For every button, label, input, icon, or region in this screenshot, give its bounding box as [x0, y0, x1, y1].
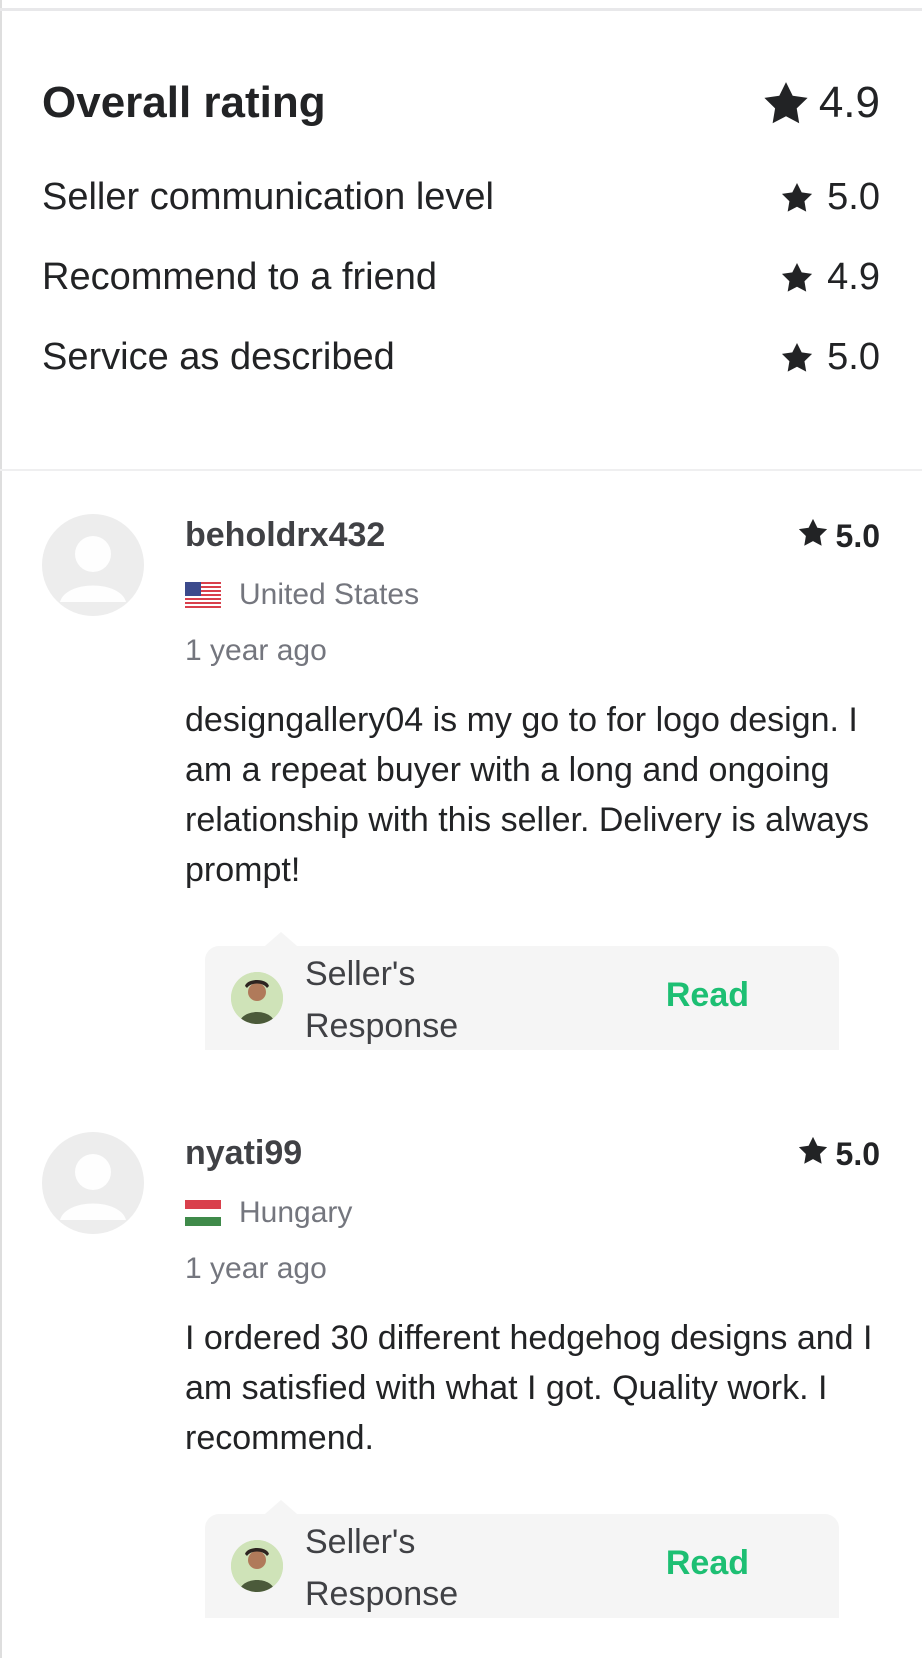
seller-response[interactable]: Seller's Response Read — [205, 1500, 839, 1618]
review-time: 1 year ago — [185, 1252, 327, 1285]
overall-rating-row: Overall rating 4.9 — [42, 78, 880, 128]
seller-avatar — [231, 972, 283, 1024]
seller-avatar — [231, 1540, 283, 1592]
overall-rating-value: 4.9 — [763, 78, 880, 128]
star-icon — [781, 262, 813, 293]
communication-label: Seller communication level — [42, 176, 494, 218]
review-username[interactable]: nyati99 — [185, 1134, 302, 1173]
star-icon — [763, 81, 809, 125]
service-rating-row: Service as described 5.0 — [42, 336, 880, 379]
review-country: Hungary — [185, 1196, 352, 1230]
service-label: Service as described — [42, 336, 395, 378]
service-value: 5.0 — [781, 336, 880, 379]
review-country: United States — [185, 578, 419, 612]
hungary-flag-icon — [185, 1200, 221, 1226]
review-rating: 5.0 — [798, 1136, 880, 1173]
recommend-label: Recommend to a friend — [42, 256, 437, 298]
read-response-link[interactable]: Read — [666, 976, 749, 1015]
default-user-icon — [60, 1154, 126, 1220]
response-notch — [265, 1500, 297, 1514]
star-icon — [798, 1136, 828, 1173]
review-text: designgallery04 is my go to for logo des… — [185, 701, 870, 889]
review-username[interactable]: beholdrx432 — [185, 516, 385, 555]
us-flag-icon — [185, 582, 221, 608]
recommend-value: 4.9 — [781, 256, 880, 299]
rating-summary: Overall rating 4.9 Seller communication … — [0, 0, 922, 470]
default-user-icon — [60, 536, 126, 602]
star-icon — [781, 342, 813, 373]
section-divider — [0, 469, 922, 471]
seller-response[interactable]: Seller's Response Read — [205, 932, 839, 1050]
review-text: I ordered 30 different hedgehog designs … — [185, 1319, 873, 1457]
recommend-rating-row: Recommend to a friend 4.9 — [42, 256, 880, 299]
user-avatar[interactable] — [42, 1132, 144, 1234]
star-icon — [781, 182, 813, 213]
response-notch — [265, 932, 297, 946]
overall-rating-label: Overall rating — [42, 78, 326, 127]
seller-response-label: Seller's Response — [305, 1523, 459, 1613]
review-time: 1 year ago — [185, 634, 327, 667]
communication-value: 5.0 — [781, 176, 880, 219]
user-avatar[interactable] — [42, 514, 144, 616]
star-icon — [798, 518, 828, 555]
review-rating: 5.0 — [798, 518, 880, 555]
read-response-link[interactable]: Read — [666, 1544, 749, 1583]
communication-rating-row: Seller communication level 5.0 — [42, 176, 880, 219]
seller-response-label: Seller's Response — [305, 955, 459, 1045]
